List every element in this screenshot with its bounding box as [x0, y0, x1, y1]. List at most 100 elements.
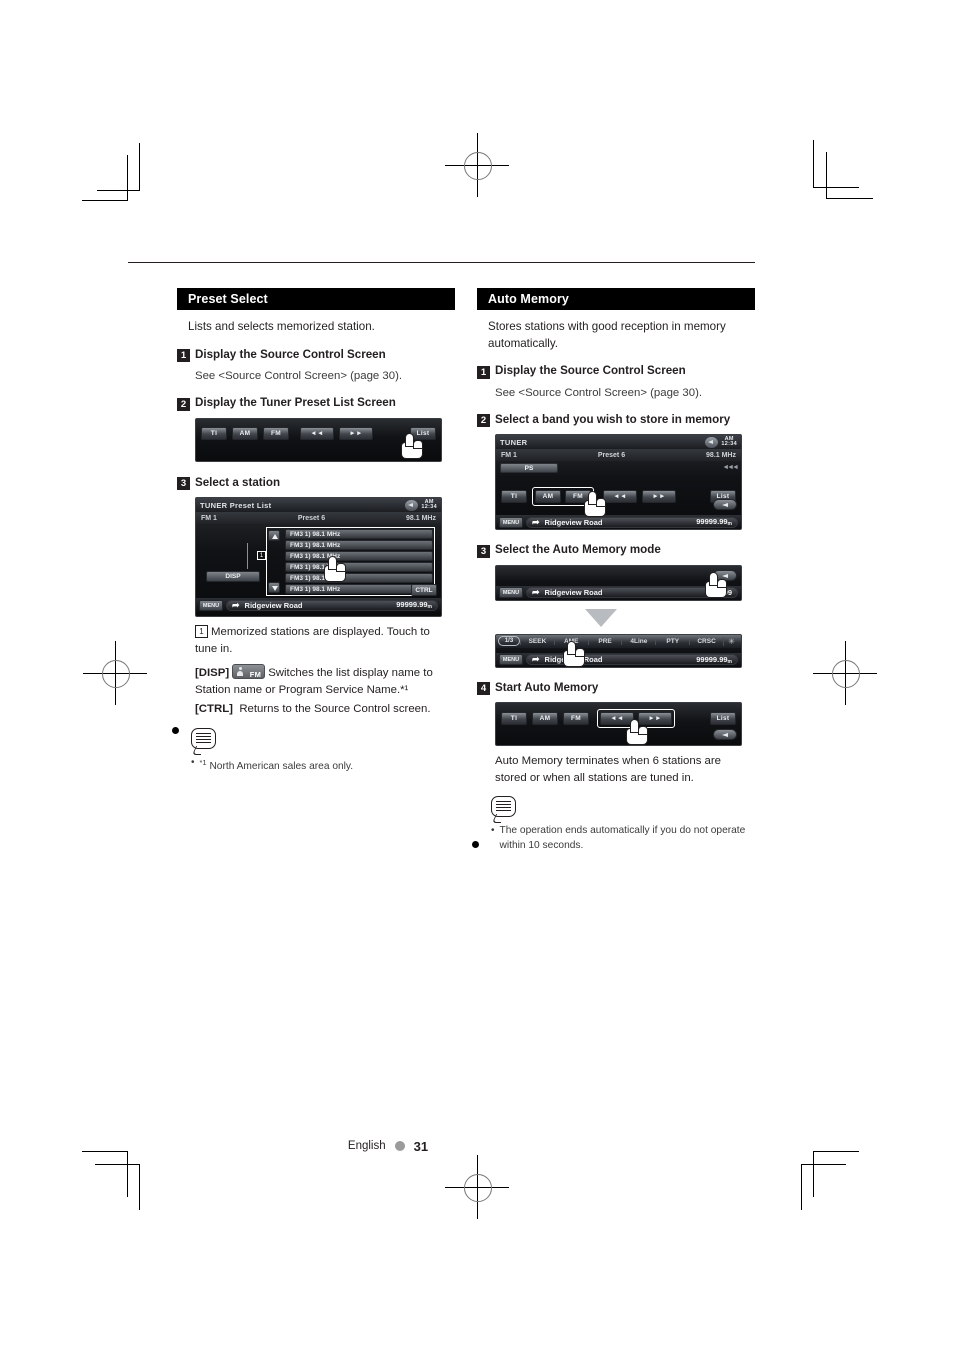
lcd-button-menu[interactable]: MENU [499, 516, 523, 528]
lcd-button-ti[interactable]: TI [501, 490, 527, 503]
section-auto-memory: Auto Memory Stores stations with good re… [477, 288, 755, 853]
lcd-button-seek-next[interactable]: ►► [638, 712, 672, 725]
step-2-preset: 2 Display the Tuner Preset List Screen [177, 396, 455, 411]
list-item[interactable]: FM3 1) 98.1 MHz [285, 551, 433, 561]
crop-mark-top-right-v2 [826, 152, 827, 199]
menu-item-pty[interactable]: PTY [655, 637, 689, 645]
list-item[interactable]: FM3 1) 98.1 MHz [285, 529, 433, 539]
lcd-button-disp[interactable]: DISP [206, 571, 260, 582]
lcd-button-menu[interactable]: MENU [499, 587, 523, 598]
lcd-button-menu[interactable]: MENU [499, 654, 523, 665]
manual-page: Preset Select Lists and selects memorize… [0, 0, 954, 1350]
scroll-down-icon[interactable] [268, 582, 280, 593]
step-title: Start Auto Memory [495, 680, 599, 694]
crop-mark-top-right-h2 [826, 198, 873, 199]
section-heading-auto-memory: Auto Memory [477, 288, 755, 310]
lcd-button-fm[interactable]: FM [563, 712, 589, 725]
lcd-navigation-strip[interactable]: ➦ Ridgeview Road 99999.99m [526, 654, 738, 665]
lcd-footer-bar: MENU ➦ Ridgeview Road 99999 [496, 585, 741, 600]
menu-item-pre[interactable]: PRE [587, 637, 622, 645]
lcd-button-ti[interactable]: TI [501, 712, 527, 725]
step-1-preset: 1 Display the Source Control Screen [177, 347, 455, 362]
lcd-navigation-strip[interactable]: ➦ Ridgeview Road 99999 [526, 587, 738, 598]
note-item: • *1 North American sales area only. [191, 756, 455, 775]
lcd-button-seek-next[interactable]: ►► [339, 427, 373, 440]
step-number: 1 [177, 349, 190, 362]
lcd-navigation-strip[interactable]: ➦ Ridgeview Road 99999.99m [526, 516, 738, 528]
step-number: 1 [477, 365, 490, 379]
lcd-button-am[interactable]: AM [232, 427, 258, 440]
crop-mark-bottom-right-h2 [801, 1164, 846, 1165]
step-number: 3 [177, 477, 190, 490]
lcd-back-button-screen: MENU ➦ Ridgeview Road 99999 [495, 564, 742, 601]
step-title: Select the Auto Memory mode [495, 543, 661, 556]
lcd-back-button[interactable] [713, 729, 737, 740]
band-selection-highlight: AM FM [532, 487, 594, 506]
definition-ctrl: [CTRL] Returns to the Source Control scr… [195, 701, 455, 718]
step-1-reference: See <Source Control Screen> (page 30). [195, 370, 403, 382]
lcd-button-am[interactable]: AM [535, 490, 561, 503]
step-title: Select a band you wish to store in memor… [495, 412, 731, 426]
registration-mark-left [83, 641, 147, 705]
lcd-list-area: 1 DISP FM3 1) 98.1 MHz FM3 1) 98.1 MHz F… [196, 524, 441, 598]
step-title: Display the Source Control Screen [495, 364, 686, 377]
step-1-reference: See <Source Control Screen> (page 30). [495, 386, 703, 399]
lcd-road-name: Ridgeview Road [544, 517, 603, 527]
lcd-button-fm[interactable]: FM [565, 490, 591, 503]
lcd-tuner-preset-list: TUNER Preset List AM 12:34 FM 1 Preset 6… [195, 497, 442, 617]
lcd-road-name: Ridgeview Road [544, 655, 603, 664]
lcd-footer-bar: MENU ➦ Ridgeview Road 99999.99m [496, 652, 741, 667]
scroll-up-icon[interactable] [268, 530, 280, 541]
list-item[interactable]: FM3 1) 98.1 MHz [285, 573, 433, 583]
crop-mark-bottom-left-v [127, 1151, 128, 1197]
note-bubble-icon [491, 796, 516, 817]
lcd-button-seek-prev[interactable]: ◄◄ [300, 427, 334, 440]
turn-arrow-icon: ➦ [532, 587, 540, 597]
lcd-button-ti[interactable]: TI [201, 427, 227, 440]
lcd-screen-title-bar: TUNER Preset List AM 12:34 [196, 498, 441, 512]
clock-time: 12:34 [421, 504, 437, 510]
note-item: • The operation ends automatically if yo… [491, 824, 755, 853]
lcd-button-seek-prev[interactable]: ◄◄ [600, 712, 634, 725]
menu-item-4line[interactable]: 4Line [621, 637, 655, 645]
lcd-button-list[interactable]: List [710, 712, 736, 725]
menu-page-indicator: 1/3 [498, 636, 520, 646]
lcd-button-fm[interactable]: FM [263, 427, 289, 440]
lcd-button-menu[interactable]: MENU [199, 599, 223, 611]
lcd-button-ctrl[interactable]: CTRL [411, 584, 437, 596]
lcd-button-list[interactable]: List [410, 427, 436, 440]
lcd-clock: AM 12:34 [705, 436, 737, 448]
lcd-band: FM 1 [201, 514, 217, 522]
lcd-navigation-strip[interactable]: ➦ Ridgeview Road 99999.99m [226, 599, 438, 611]
menu-item-seek[interactable]: SEEK [520, 637, 554, 645]
close-icon[interactable]: ✳ [722, 636, 739, 646]
lcd-back-button[interactable] [713, 499, 737, 510]
lcd-preset-list-box: FM3 1) 98.1 MHz FM3 1) 98.1 MHz FM3 1) 9… [266, 527, 435, 596]
list-item[interactable]: FM3 1) 98.1 MHz [285, 540, 433, 550]
menu-item-crsc[interactable]: CRSC [689, 637, 723, 645]
crop-mark-top-right-h [813, 187, 859, 188]
callout-tag-1: 1 [257, 551, 266, 560]
lcd-info-bar: FM 1 Preset 6 98.1 MHz [496, 449, 741, 461]
definition-disp-text: Switches the list display name to Statio… [195, 667, 433, 696]
definition-disp: [DISP] FM Switches the list display name t… [195, 664, 455, 699]
lcd-screen-title: TUNER Preset List [200, 500, 272, 510]
lcd-footer-bar: MENU ➦ Ridgeview Road 99999.99m [196, 598, 441, 612]
lcd-list-left-pane: 1 DISP [202, 527, 266, 596]
lcd-button-seek-next[interactable]: ►► [642, 490, 676, 503]
lcd-back-button[interactable] [713, 569, 737, 581]
lcd-distance: 99999.99m [696, 517, 732, 527]
lcd-function-menu-screen: 1/3 SEEK AME PRE 4Line PTY CRSC ✳ MENU ➦… [495, 633, 742, 668]
list-item[interactable]: FM3 1) 98.1 MHz [285, 562, 433, 572]
seek-selection-highlight: ◄◄ ►► [597, 709, 675, 728]
lcd-road-name: Ridgeview Road [544, 588, 603, 597]
step-title: Display the Source Control Screen [195, 347, 386, 361]
lcd-ps-row: PS ◄◄◄ [496, 461, 741, 474]
menu-item-ame[interactable]: AME [553, 637, 588, 645]
callout-leader-line [247, 543, 248, 569]
lcd-button-ps[interactable]: PS [500, 462, 558, 473]
lcd-button-seek-prev[interactable]: ◄◄ [603, 490, 637, 503]
lcd-button-am[interactable]: AM [532, 712, 558, 725]
crop-mark-bottom-right-v2 [801, 1164, 802, 1210]
auto-memory-intro: Stores stations with good reception in m… [488, 320, 726, 350]
